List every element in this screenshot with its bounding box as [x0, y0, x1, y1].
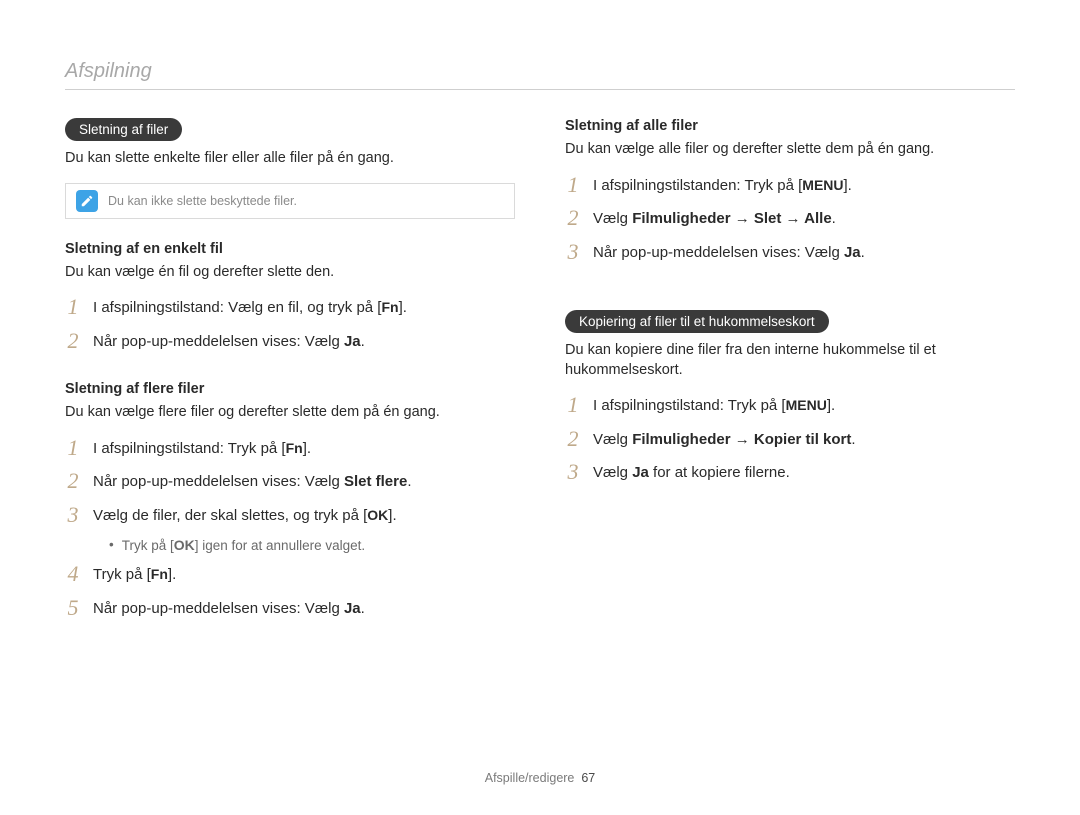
step: 1 I afspilningstilstand: Tryk på [Fn].: [65, 437, 515, 461]
step: 2 Vælg Filmuligheder → Kopier til kort.: [565, 428, 1015, 452]
step-number: 3: [65, 504, 81, 526]
footer-section: Afspille/redigere: [485, 771, 575, 785]
step-number: 2: [65, 470, 81, 492]
sub-bullet: • Tryk på [OK] igen for at annullere val…: [109, 537, 515, 553]
step-number: 1: [565, 394, 581, 416]
menu-button-label: MENU: [786, 395, 827, 416]
desc-delete-all: Du kan vælge alle filer og derefter slet…: [565, 140, 1015, 160]
step-text: Når pop-up-meddelelsen vises: Vælg Ja.: [593, 241, 865, 265]
title-rule: [65, 89, 1015, 90]
step-text: Tryk på [Fn].: [93, 563, 176, 587]
step-text: Vælg Ja for at kopiere filerne.: [593, 461, 790, 485]
heading-copy-files: Kopiering af filer til et hukommelseskor…: [565, 310, 829, 333]
step-number: 5: [65, 597, 81, 619]
step-number: 2: [565, 207, 581, 229]
note-box: Du kan ikke slette beskyttede filer.: [65, 183, 515, 219]
page-footer: Afspille/redigere 67: [0, 771, 1080, 785]
fn-button-label: Fn: [381, 297, 398, 318]
desc-copy-files: Du kan kopiere dine filer fra den intern…: [565, 341, 1015, 380]
step-number: 3: [565, 241, 581, 263]
bullet-dot: •: [109, 537, 114, 553]
ok-button-label: OK: [367, 505, 388, 526]
step-number: 3: [565, 461, 581, 483]
step-number: 1: [65, 437, 81, 459]
step-number: 2: [65, 330, 81, 352]
content-columns: Sletning af filer Du kan slette enkelte …: [65, 118, 1015, 630]
step: 1 I afspilningstilstand: Tryk på [MENU].: [565, 394, 1015, 418]
heading-delete-single: Sletning af en enkelt fil: [65, 241, 515, 257]
step-number: 1: [565, 174, 581, 196]
step: 3 Vælg Ja for at kopiere filerne.: [565, 461, 1015, 485]
step-text: Vælg Filmuligheder → Slet → Alle.: [593, 207, 836, 231]
step: 5 Når pop-up-meddelelsen vises: Vælg Ja.: [65, 597, 515, 621]
menu-button-label: MENU: [802, 175, 843, 196]
fn-button-label: Fn: [286, 438, 303, 459]
step: 3 Vælg de filer, der skal slettes, og tr…: [65, 504, 515, 528]
left-column: Sletning af filer Du kan slette enkelte …: [65, 118, 515, 630]
right-column: Sletning af alle filer Du kan vælge alle…: [565, 118, 1015, 630]
step-text: Når pop-up-meddelelsen vises: Vælg Ja.: [93, 330, 365, 354]
step-text: I afspilningstilstand: Vælg en fil, og t…: [93, 296, 407, 320]
step-number: 2: [565, 428, 581, 450]
note-text: Du kan ikke slette beskyttede filer.: [108, 194, 297, 208]
note-icon: [76, 190, 98, 212]
step: 3 Når pop-up-meddelelsen vises: Vælg Ja.: [565, 241, 1015, 265]
desc-delete-single: Du kan vælge én fil og derefter slette d…: [65, 263, 515, 283]
heading-delete-multiple: Sletning af flere filer: [65, 381, 515, 397]
fn-button-label: Fn: [151, 564, 168, 585]
ok-button-label: OK: [174, 537, 195, 553]
step-text: Når pop-up-meddelelsen vises: Vælg Ja.: [93, 597, 365, 621]
step: 4 Tryk på [Fn].: [65, 563, 515, 587]
step-text: Vælg Filmuligheder → Kopier til kort.: [593, 428, 856, 452]
step-number: 4: [65, 563, 81, 585]
step-text: I afspilningstilstand: Tryk på [Fn].: [93, 437, 311, 461]
page-title: Afspilning: [65, 60, 1015, 83]
step: 1 I afspilningstilstanden: Tryk på [MENU…: [565, 174, 1015, 198]
desc-delete-multiple: Du kan vælge flere filer og derefter sle…: [65, 403, 515, 423]
step-text: Vælg de filer, der skal slettes, og tryk…: [93, 504, 397, 528]
step: 1 I afspilningstilstand: Vælg en fil, og…: [65, 296, 515, 320]
step-text: Når pop-up-meddelelsen vises: Vælg Slet …: [93, 470, 412, 494]
heading-delete-all: Sletning af alle filer: [565, 118, 1015, 134]
step-text: I afspilningstilstand: Tryk på [MENU].: [593, 394, 835, 418]
desc-delete-files: Du kan slette enkelte filer eller alle f…: [65, 149, 515, 169]
step: 2 Når pop-up-meddelelsen vises: Vælg Sle…: [65, 470, 515, 494]
step-text: I afspilningstilstanden: Tryk på [MENU].: [593, 174, 852, 198]
heading-delete-files: Sletning af filer: [65, 118, 182, 141]
page-number: 67: [581, 771, 595, 785]
step: 2 Vælg Filmuligheder → Slet → Alle.: [565, 207, 1015, 231]
step-number: 1: [65, 296, 81, 318]
step: 2 Når pop-up-meddelelsen vises: Vælg Ja.: [65, 330, 515, 354]
